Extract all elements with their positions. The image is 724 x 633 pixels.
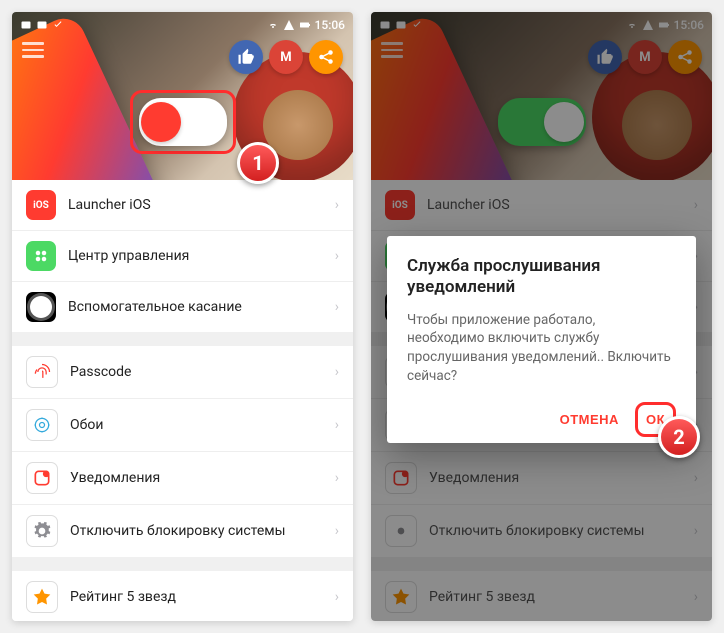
phone-screen-left: 15:06 M 1 iOS Launcher iOS [12, 12, 353, 621]
row-label: Отключить блокировку системы [70, 523, 335, 539]
chevron-right-icon: › [335, 364, 339, 380]
photo-icon [36, 19, 48, 31]
phone-screen-right: 15:06 M iOS Launcher iOS › [371, 12, 712, 621]
notification-service-dialog: Служба прослушивания уведомлений Чтобы п… [387, 236, 696, 443]
list-group-3: Рейтинг 5 звезд › [12, 571, 353, 621]
assistive-touch-icon [26, 292, 56, 322]
signal-icon [283, 19, 295, 31]
ios-icon: iOS [26, 190, 56, 220]
row-label: Вспомогательное касание [68, 299, 335, 315]
status-time: 15:06 [315, 18, 345, 32]
row-rating[interactable]: Рейтинг 5 звезд › [12, 571, 353, 621]
row-assistive-touch[interactable]: Вспомогательное касание › [12, 281, 353, 332]
dialog-actions: ОТМЕНА ОК [407, 402, 676, 437]
mail-icon: M [280, 50, 291, 65]
status-bar: 15:06 [12, 12, 353, 38]
notification-icon [26, 462, 58, 494]
control-center-icon [26, 241, 56, 271]
battery-icon [299, 19, 311, 31]
header-actions: M [229, 40, 343, 74]
gear-icon [26, 515, 58, 547]
row-label: Passcode [70, 364, 335, 380]
chevron-right-icon: › [335, 248, 339, 264]
list-group-1: iOS Launcher iOS › Центр управления › Вс… [12, 180, 353, 332]
dialog-body: Чтобы приложение работало, необходимо вк… [407, 311, 676, 387]
wallpaper-icon [26, 409, 58, 441]
row-notifications[interactable]: Уведомления › [12, 451, 353, 504]
wifi-icon [267, 19, 279, 31]
thumbs-up-icon [237, 48, 255, 66]
main-toggle[interactable] [139, 98, 227, 146]
list-group-2: Passcode › Обои › Уведомления › [12, 346, 353, 557]
row-label: Launcher iOS [68, 197, 335, 213]
dialog-title: Служба прослушивания уведомлений [407, 256, 676, 299]
row-control-center[interactable]: Центр управления › [12, 230, 353, 281]
chevron-right-icon: › [335, 197, 339, 213]
step-badge-2: 2 [658, 416, 700, 458]
cancel-button[interactable]: ОТМЕНА [550, 402, 629, 437]
row-label: Уведомления [70, 470, 335, 486]
row-launcher-ios[interactable]: iOS Launcher iOS › [12, 180, 353, 230]
row-wallpaper[interactable]: Обои › [12, 398, 353, 451]
share-icon [317, 48, 335, 66]
row-disable-lock[interactable]: Отключить блокировку системы › [12, 504, 353, 557]
row-label: Рейтинг 5 звезд [70, 589, 335, 605]
chevron-right-icon: › [335, 589, 339, 605]
menu-icon[interactable] [22, 42, 44, 58]
status-right: 15:06 [267, 18, 345, 32]
star-icon [26, 581, 58, 613]
gmail-button[interactable]: M [269, 40, 303, 74]
chevron-right-icon: › [335, 523, 339, 539]
step-badge-1: 1 [237, 142, 279, 184]
chevron-right-icon: › [335, 417, 339, 433]
fingerprint-icon [26, 356, 58, 388]
like-button[interactable] [229, 40, 263, 74]
settings-list: iOS Launcher iOS › Центр управления › Вс… [12, 180, 353, 621]
row-label: Центр управления [68, 248, 335, 264]
row-label: Обои [70, 417, 335, 433]
chevron-right-icon: › [335, 470, 339, 486]
status-left [20, 19, 64, 31]
row-passcode[interactable]: Passcode › [12, 346, 353, 398]
check-icon [52, 19, 64, 31]
chevron-right-icon: › [335, 299, 339, 315]
toggle-knob [141, 102, 181, 142]
share-button[interactable] [309, 40, 343, 74]
photo-icon [20, 19, 32, 31]
